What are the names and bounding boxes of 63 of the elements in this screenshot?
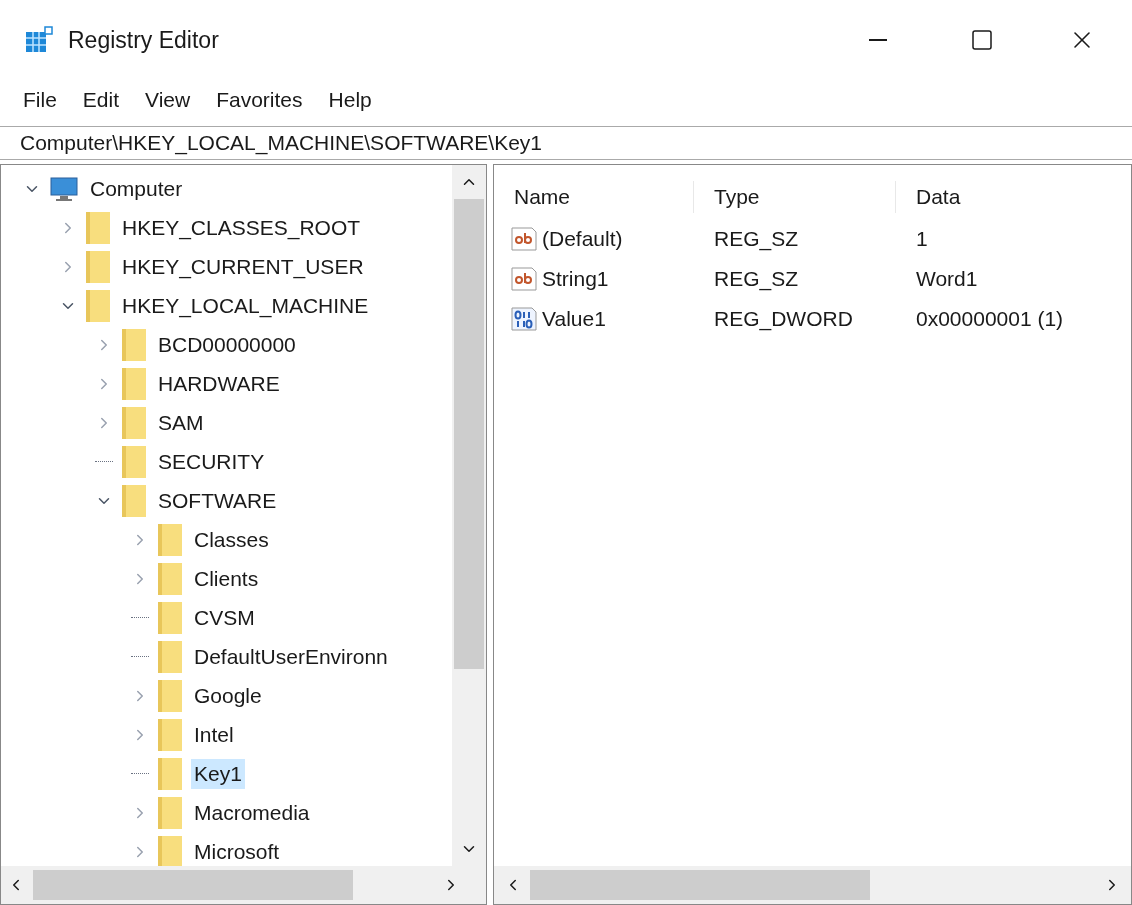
menu-item[interactable]: File <box>12 84 68 116</box>
string-value-icon <box>510 265 538 293</box>
folder-icon <box>85 288 111 323</box>
value-name[interactable]: String1 <box>542 263 609 295</box>
tree-item[interactable]: BCD00000000 <box>155 329 299 360</box>
tree-item[interactable]: HKEY_CLASSES_ROOT <box>119 212 364 243</box>
tree-item[interactable]: Macromedia <box>191 797 313 828</box>
value-type: REG_SZ <box>713 226 800 253</box>
window-title: Registry Editor <box>68 25 219 55</box>
value-name[interactable]: Value1 <box>542 303 606 335</box>
maximize-icon <box>970 28 994 52</box>
tree-item[interactable]: Classes <box>191 524 272 555</box>
folder-icon <box>157 717 183 752</box>
value-type: REG_DWORD <box>713 306 854 333</box>
minimize-icon <box>869 39 887 41</box>
column-header[interactable]: Type <box>694 181 896 213</box>
tree-item[interactable]: CVSM <box>191 602 258 633</box>
horizontal-scrollbar[interactable] <box>1 866 486 904</box>
folder-icon <box>121 483 147 518</box>
folder-icon <box>157 834 183 866</box>
tree-item[interactable]: HKEY_LOCAL_MACHINE <box>119 290 372 321</box>
menu-item[interactable]: Favorites <box>205 84 314 116</box>
value-name[interactable]: (Default) <box>542 223 623 255</box>
tree-item[interactable]: HKEY_CURRENT_USER <box>119 251 367 282</box>
value-data: 1 <box>915 226 928 253</box>
menu-item[interactable]: View <box>134 84 202 116</box>
folder-icon <box>157 561 183 596</box>
tree-item[interactable]: Computer <box>87 173 186 204</box>
tree-item[interactable]: DefaultUserEnvironn <box>191 641 391 672</box>
value-type: REG_SZ <box>713 266 800 293</box>
tree-item[interactable]: SOFTWARE <box>155 485 280 516</box>
folder-icon <box>121 366 147 401</box>
binary-value-icon <box>510 305 538 333</box>
tree-item[interactable]: Microsoft <box>191 836 283 866</box>
tree-item[interactable]: Key1 <box>191 758 245 789</box>
folder-icon <box>157 678 183 713</box>
folder-icon <box>121 444 147 479</box>
folder-icon <box>157 795 183 830</box>
tree-item[interactable]: HARDWARE <box>155 368 283 399</box>
tree-item[interactable]: SAM <box>155 407 207 438</box>
folder-icon <box>157 756 183 791</box>
tree-item[interactable]: Intel <box>191 719 237 750</box>
column-header[interactable]: Name <box>494 181 694 213</box>
tree-item[interactable]: SECURITY <box>155 446 268 477</box>
value-data: Word1 <box>915 266 978 293</box>
folder-icon <box>121 405 147 440</box>
folder-icon <box>121 327 147 362</box>
tree-item[interactable]: Google <box>191 680 265 711</box>
folder-icon <box>85 210 111 245</box>
folder-icon <box>157 600 183 635</box>
tree-item[interactable]: Clients <box>191 563 262 594</box>
horizontal-scrollbar[interactable] <box>494 866 1131 904</box>
menu-item[interactable]: Edit <box>71 84 131 116</box>
folder-icon <box>85 249 111 284</box>
string-value-icon <box>510 225 538 253</box>
value-data: 0x00000001 (1) <box>915 306 1064 333</box>
folder-icon <box>157 522 183 557</box>
column-header[interactable]: Data <box>896 181 1131 213</box>
address-bar[interactable]: Computer\HKEY_LOCAL_MACHINE\SOFTWARE\Key1 <box>0 126 1132 160</box>
menu-item[interactable]: Help <box>317 84 383 116</box>
vertical-scrollbar[interactable] <box>452 165 486 866</box>
registry-icon <box>24 26 54 54</box>
folder-icon <box>157 639 183 674</box>
